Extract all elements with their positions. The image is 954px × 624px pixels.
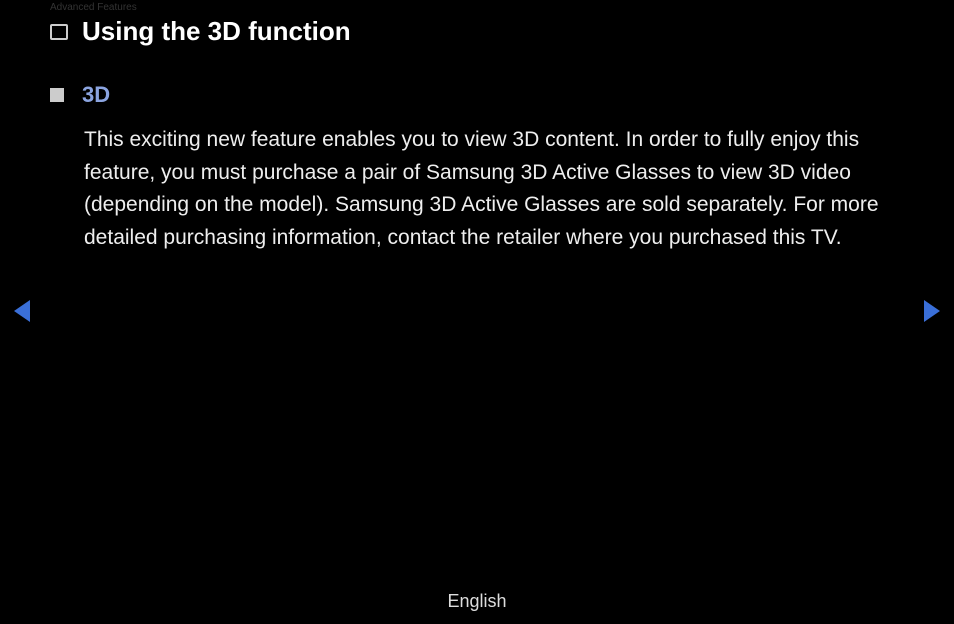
arrow-right-icon: [924, 300, 940, 322]
footer-language: English: [0, 591, 954, 612]
section-header: 3D: [50, 82, 906, 108]
next-page-button[interactable]: [924, 300, 940, 322]
book-icon: [50, 24, 68, 40]
square-bullet-icon: [50, 88, 64, 102]
page-title: Using the 3D function: [82, 16, 351, 47]
arrow-left-icon: [14, 300, 30, 322]
section-3d: 3D This exciting new feature enables you…: [50, 82, 906, 254]
section-body: This exciting new feature enables you to…: [84, 124, 906, 254]
breadcrumb: Advanced Features: [50, 2, 137, 13]
prev-page-button[interactable]: [14, 300, 30, 322]
page-header: Using the 3D function: [50, 16, 351, 47]
section-title: 3D: [82, 82, 110, 108]
